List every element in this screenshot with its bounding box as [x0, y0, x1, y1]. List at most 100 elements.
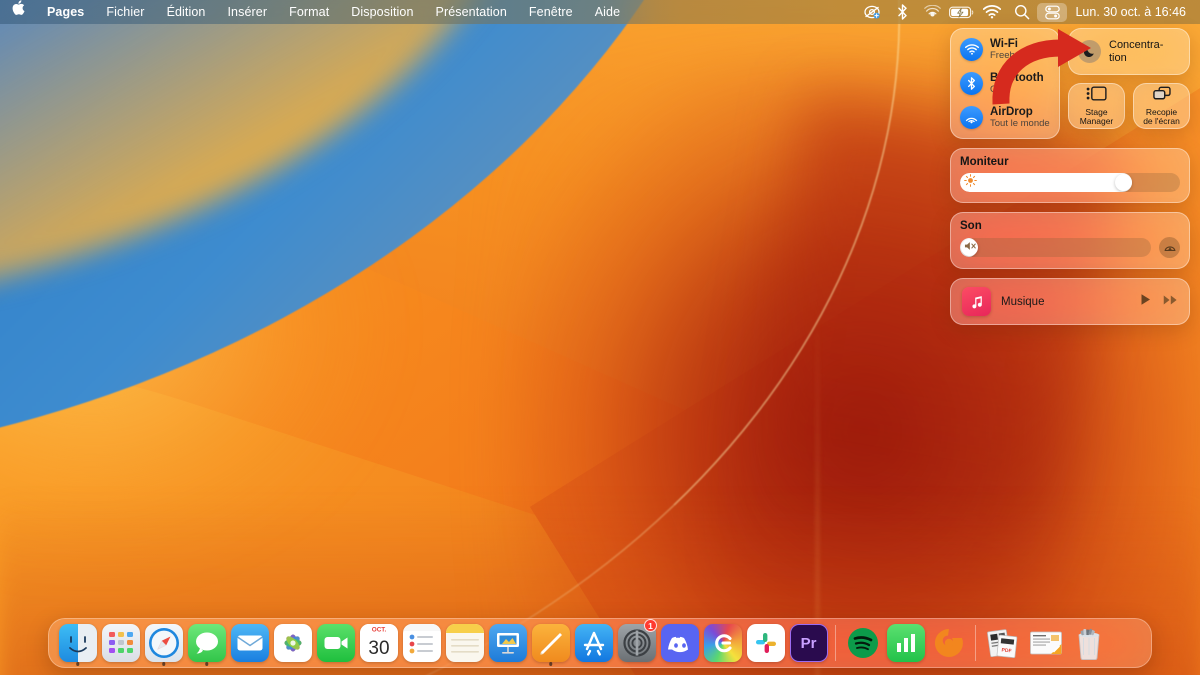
spotlight-search-icon[interactable] — [1007, 1, 1037, 23]
menu-item-edition[interactable]: Édition — [156, 0, 217, 24]
sound-volume-module: Son — [950, 212, 1190, 270]
bluetooth-icon[interactable] — [887, 1, 917, 23]
svg-text:PDF: PDF — [1001, 647, 1012, 654]
calendar-day: 30 — [368, 638, 389, 659]
display-brightness-module: Moniteur — [950, 148, 1190, 204]
dock-item-photos[interactable] — [271, 618, 314, 668]
volume-slider[interactable] — [960, 238, 1151, 258]
music-module[interactable]: Musique — [950, 278, 1190, 326]
dock-item-notes[interactable] — [443, 618, 486, 668]
dock-item-trash[interactable] — [1067, 618, 1110, 668]
dock-item-premiere-pro[interactable]: Pr — [787, 618, 830, 668]
brightness-slider[interactable] — [960, 173, 1180, 193]
control-center-panel: Wi-Fi Freeb Bluetooth Ou AirDrop Tout le… — [950, 28, 1190, 326]
menu-item-inserer[interactable]: Insérer — [216, 0, 278, 24]
menu-bar-clock[interactable]: Lun. 30 oct. à 16:46 — [1067, 5, 1190, 19]
screen-mirroring-icon — [1152, 86, 1172, 106]
menu-bar: Pages Fichier Édition Insérer Format Dis… — [0, 0, 1200, 24]
dock-item-reminders[interactable] — [400, 618, 443, 668]
bluetooth-toggle-row[interactable]: Bluetooth Ou — [960, 72, 1059, 96]
screen-sharing-icon[interactable] — [857, 1, 887, 23]
dock-item-finder[interactable] — [56, 618, 99, 668]
dock-separator-2 — [975, 625, 976, 661]
sound-label: Son — [960, 220, 982, 233]
dock-item-document-preview[interactable] — [1024, 618, 1067, 668]
dock-item-system-settings[interactable]: 1 — [615, 618, 658, 668]
airdrop-status: Tout le monde — [990, 117, 1050, 129]
dock-item-launchpad[interactable] — [99, 618, 142, 668]
dock-item-creative-cloud[interactable] — [701, 618, 744, 668]
screen-mirroring-line2: de l'écran — [1143, 116, 1180, 126]
stage-manager-icon — [1086, 86, 1107, 106]
menu-item-fichier[interactable]: Fichier — [95, 0, 155, 24]
control-center-tiles: Stage Manager Recopie de l'écran — [1068, 83, 1190, 129]
dock-item-messages[interactable] — [185, 618, 228, 668]
wifi-status: Freeb — [990, 49, 1015, 61]
dock-item-numbers[interactable] — [884, 618, 927, 668]
music-app-icon — [962, 287, 991, 317]
dock-item-discord[interactable] — [658, 618, 701, 668]
menu-item-format[interactable]: Format — [278, 0, 340, 24]
menu-item-presentation[interactable]: Présentation — [425, 0, 518, 24]
dock-item-safari[interactable] — [142, 618, 185, 668]
audio-output-button[interactable] — [1159, 237, 1180, 259]
premiere-pro-label: Pr — [800, 634, 817, 652]
focus-label-line2: tion — [1109, 51, 1127, 64]
play-icon[interactable] — [1139, 293, 1152, 311]
bluetooth-label: Bluetooth — [990, 72, 1044, 85]
connectivity-module: Wi-Fi Freeb Bluetooth Ou AirDrop Tout le… — [950, 28, 1060, 140]
menu-bar-status-items: Lun. 30 oct. à 16:46 — [857, 1, 1200, 23]
desktop-screen: Pages Fichier Édition Insérer Format Dis… — [0, 0, 1200, 675]
dock-item-appstore[interactable] — [572, 618, 615, 668]
brightness-icon — [964, 173, 977, 192]
control-center-icon[interactable] — [1037, 2, 1068, 22]
running-indicator — [75, 662, 80, 666]
dock-separator-1 — [835, 625, 836, 661]
dock-item-pages[interactable] — [529, 618, 572, 668]
menu-item-pages[interactable]: Pages — [36, 0, 95, 24]
stage-manager-toggle[interactable]: Stage Manager — [1068, 83, 1125, 129]
running-indicator — [161, 662, 166, 666]
system-settings-badge: 1 — [644, 619, 657, 632]
dock-item-slack[interactable] — [744, 618, 787, 668]
dock-item-spotify[interactable] — [841, 618, 884, 668]
dock-item-calendar[interactable]: OCT. 30 — [357, 618, 400, 668]
battery-charging-icon[interactable] — [947, 1, 977, 23]
brightness-slider-knob[interactable] — [1114, 174, 1132, 192]
menu-bar-app-menus: Pages Fichier Édition Insérer Format Dis… — [0, 0, 631, 24]
airdrop-toggle-row[interactable]: AirDrop Tout le monde — [960, 106, 1059, 130]
wifi-icon — [960, 38, 983, 62]
calendar-month: OCT. — [371, 626, 386, 633]
running-indicator — [548, 662, 553, 666]
airplay-audio-icon[interactable] — [917, 1, 947, 23]
fast-forward-icon[interactable] — [1163, 293, 1178, 311]
stage-manager-line2: Manager — [1079, 116, 1114, 126]
wifi-toggle-row[interactable]: Wi-Fi Freeb — [960, 38, 1059, 62]
dock-item-keynote[interactable] — [486, 618, 529, 668]
dock-item-mail[interactable] — [228, 618, 271, 668]
dock: OCT. 30 1 Pr PDF — [48, 618, 1152, 668]
volume-muted-icon — [964, 239, 977, 257]
music-track-name: Musique — [1001, 295, 1045, 308]
focus-toggle[interactable]: Concentra- tion — [1068, 28, 1190, 75]
display-label: Moniteur — [960, 156, 1009, 169]
dock-item-pdf-documents-stack[interactable]: PDF — [981, 618, 1024, 668]
menu-item-disposition[interactable]: Disposition — [340, 0, 424, 24]
control-center-right-column: Concentra- tion Stage Manager Recopie de… — [1068, 28, 1190, 139]
stage-manager-label: Stage Manager — [1079, 107, 1114, 127]
wifi-icon[interactable] — [977, 1, 1007, 23]
moon-icon — [1078, 40, 1101, 63]
bluetooth-status: Ou — [990, 83, 1003, 95]
menu-item-fenetre[interactable]: Fenêtre — [518, 0, 584, 24]
airdrop-label: AirDrop — [990, 106, 1033, 119]
music-controls — [1139, 293, 1178, 311]
apple-menu-icon[interactable] — [11, 0, 36, 24]
wifi-label: Wi-Fi — [990, 38, 1018, 50]
control-center-top-row: Wi-Fi Freeb Bluetooth Ou AirDrop Tout le… — [950, 28, 1190, 140]
focus-label-line1: Concentra- — [1109, 38, 1164, 51]
dock-item-facetime[interactable] — [314, 618, 357, 668]
menu-item-aide[interactable]: Aide — [584, 0, 631, 24]
airdrop-icon — [960, 106, 983, 130]
dock-item-onshape[interactable] — [927, 618, 970, 668]
screen-mirroring-toggle[interactable]: Recopie de l'écran — [1133, 83, 1190, 129]
